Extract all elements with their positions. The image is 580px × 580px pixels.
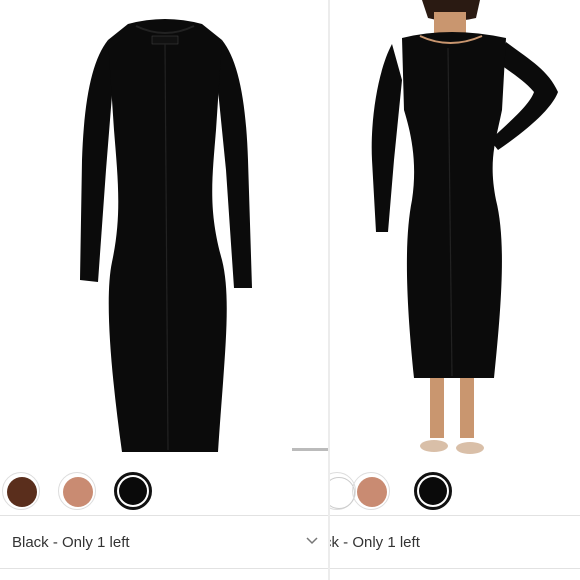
variant-select[interactable]: Black - Only 1 left bbox=[0, 515, 330, 569]
variant-select-label: Black - Only 1 left bbox=[12, 534, 130, 551]
swatch-black[interactable] bbox=[414, 472, 452, 510]
carousel-indicator bbox=[292, 448, 328, 451]
variant-select-label: ck - Only 1 left bbox=[330, 534, 420, 551]
swatch-tan[interactable] bbox=[58, 472, 96, 510]
swatch-brown[interactable] bbox=[2, 472, 40, 510]
color-swatches bbox=[0, 462, 330, 522]
product-view-flat: Black - Only 1 left bbox=[0, 0, 330, 580]
dress-model-illustration bbox=[371, 0, 558, 454]
product-image-flat[interactable] bbox=[0, 0, 330, 460]
swatch-tan[interactable] bbox=[352, 472, 390, 510]
chevron-down-icon bbox=[306, 537, 318, 545]
product-image-model[interactable] bbox=[330, 0, 580, 460]
variant-select[interactable]: ck - Only 1 left bbox=[330, 515, 580, 569]
dress-flat-illustration bbox=[80, 19, 252, 452]
product-view-model: ck - Only 1 left bbox=[330, 0, 580, 580]
color-swatches bbox=[330, 462, 580, 522]
swatch-black[interactable] bbox=[114, 472, 152, 510]
